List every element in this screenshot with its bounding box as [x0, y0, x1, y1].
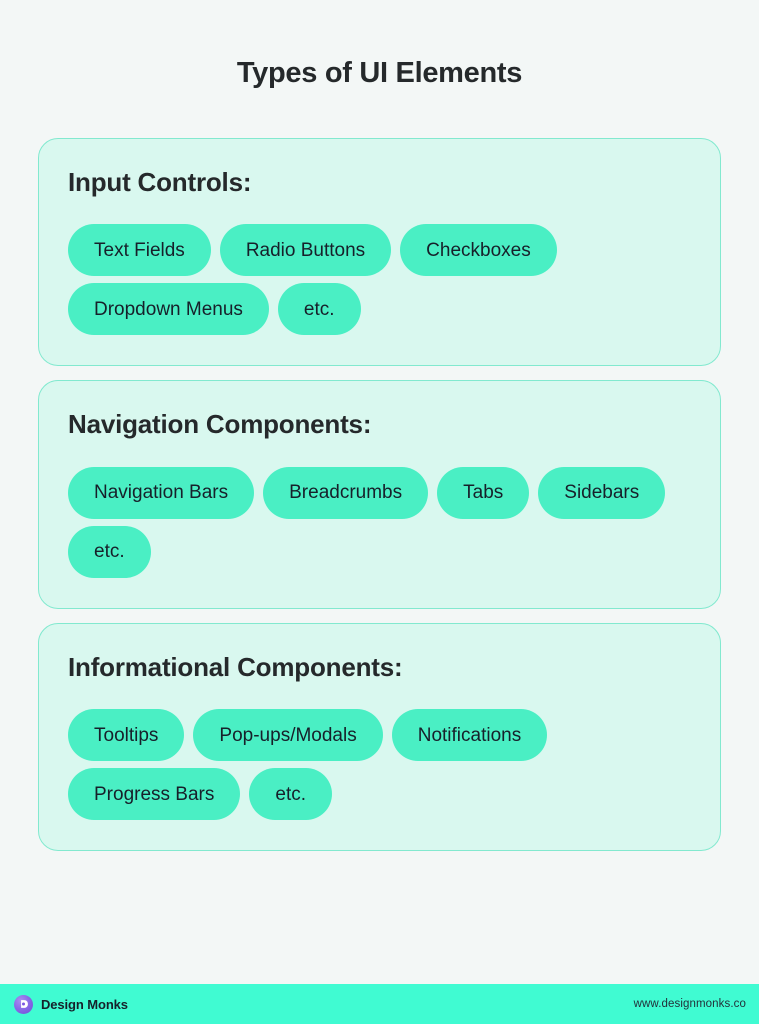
- page-title: Types of UI Elements: [236, 57, 523, 89]
- pill-item[interactable]: Text Fields: [68, 224, 211, 277]
- pill-item[interactable]: Sidebars: [538, 466, 666, 519]
- pill-item[interactable]: Tabs: [437, 466, 530, 519]
- card-title: Input Controls:: [68, 166, 252, 197]
- card-title: Informational Components:: [68, 651, 403, 682]
- pill-item[interactable]: etc.: [249, 768, 332, 821]
- pill-item[interactable]: Checkboxes: [400, 224, 557, 277]
- brand-name: Design Monks: [41, 996, 128, 1012]
- pill-item[interactable]: Pop-ups/Modals: [193, 709, 383, 762]
- pill-group: Tooltips Pop-ups/Modals Notifications Pr…: [68, 709, 691, 821]
- pill-item[interactable]: Tooltips: [68, 709, 185, 762]
- pill-group: Text Fields Radio Buttons Checkboxes Dro…: [68, 224, 691, 336]
- card-input-controls: Input Controls: Text Fields Radio Button…: [38, 137, 721, 367]
- pill-item[interactable]: Progress Bars: [68, 768, 241, 821]
- card-title: Navigation Components:: [68, 409, 372, 440]
- pill-item[interactable]: etc.: [68, 525, 151, 578]
- infographic-page: Types of UI Elements Input Controls: Tex…: [0, 0, 759, 1024]
- pill-item[interactable]: Notifications: [391, 709, 548, 762]
- pill-item[interactable]: Navigation Bars: [68, 466, 255, 519]
- pill-item[interactable]: Breadcrumbs: [263, 466, 429, 519]
- design-monks-logo-icon: [14, 994, 33, 1014]
- footer-bar: Design Monks www.designmonks.co: [0, 984, 759, 1024]
- pill-item[interactable]: Dropdown Menus: [68, 283, 269, 336]
- card-list: Input Controls: Text Fields Radio Button…: [0, 137, 759, 852]
- card-informational-components: Informational Components: Tooltips Pop-u…: [38, 622, 721, 852]
- footer-url[interactable]: www.designmonks.co: [634, 998, 746, 1010]
- brand[interactable]: Design Monks: [14, 994, 128, 1014]
- pill-item[interactable]: etc.: [277, 283, 361, 336]
- pill-group: Navigation Bars Breadcrumbs Tabs Sidebar…: [68, 466, 691, 578]
- card-navigation-components: Navigation Components: Navigation Bars B…: [38, 380, 721, 609]
- pill-item[interactable]: Radio Buttons: [219, 224, 392, 277]
